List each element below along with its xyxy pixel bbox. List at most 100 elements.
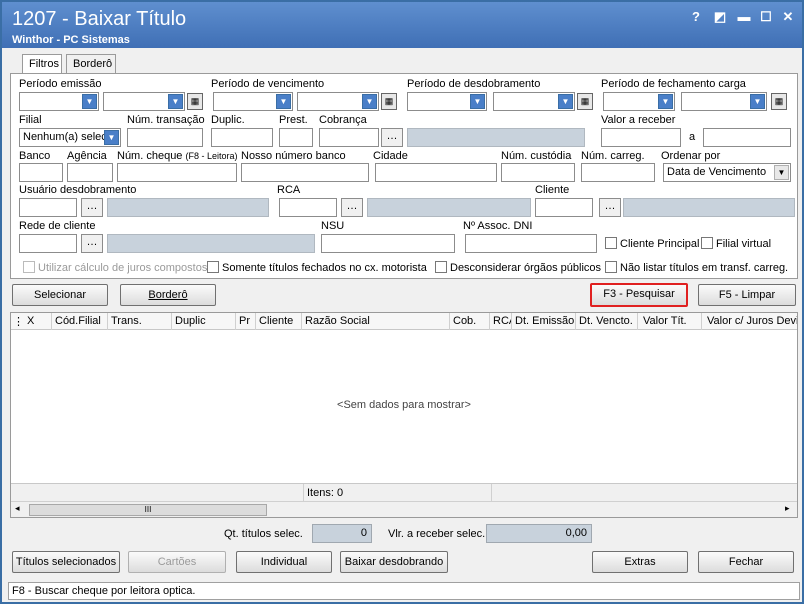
limpar-button[interactable]: F5 - Limpar: [698, 284, 796, 306]
valor-receber-from[interactable]: [601, 128, 681, 147]
bordero-button-label: Borderô: [148, 289, 188, 301]
agencia-input[interactable]: [67, 163, 113, 182]
col-header[interactable]: Razão Social: [305, 315, 370, 327]
chevron-down-icon[interactable]: ▼: [276, 94, 291, 109]
num-cheque-input[interactable]: [117, 163, 237, 182]
pesquisar-button[interactable]: F3 - Pesquisar: [590, 283, 688, 307]
nsu-input[interactable]: [321, 234, 455, 253]
rca-lookup-button[interactable]: …: [341, 198, 363, 217]
num-carreg-input[interactable]: [581, 163, 655, 182]
filial-virtual-text: Filial virtual: [716, 238, 772, 250]
scroll-left-icon[interactable]: ◂: [15, 503, 20, 514]
close-icon[interactable]: ✕: [780, 9, 796, 25]
tab-bordero[interactable]: Borderô: [66, 54, 116, 73]
desconsiderar-orgaos-checkbox[interactable]: Desconsiderar órgãos públicos: [435, 261, 601, 274]
nao-listar-checkbox[interactable]: Não listar títulos em transf. carreg.: [605, 261, 788, 274]
titulos-selecionados-button[interactable]: Títulos selecionados: [12, 551, 120, 573]
periodo-emissao-label: Período emissão: [19, 78, 102, 90]
chevron-down-icon[interactable]: ▼: [104, 130, 119, 145]
calendar-icon[interactable]: ▦: [577, 93, 593, 110]
prest-input[interactable]: [279, 128, 313, 147]
periodo-emissao-start[interactable]: ▼: [19, 92, 99, 111]
col-header[interactable]: Valor c/ Juros Devido: [707, 315, 797, 327]
periodo-desdobramento-end[interactable]: ▼: [493, 92, 575, 111]
num-transacao-input[interactable]: [127, 128, 203, 147]
filial-virtual-checkbox[interactable]: Filial virtual: [701, 237, 771, 250]
horizontal-scrollbar[interactable]: ◂ III ▸: [11, 501, 797, 517]
col-header[interactable]: Dt. Emissão: [515, 315, 574, 327]
maximize-icon[interactable]: ☐: [758, 9, 774, 25]
periodo-fechamento-start[interactable]: ▼: [603, 92, 675, 111]
periodo-desdobramento-start[interactable]: ▼: [407, 92, 487, 111]
cidade-input[interactable]: [375, 163, 497, 182]
calendar-icon[interactable]: ▦: [771, 93, 787, 110]
periodo-vencimento-start[interactable]: ▼: [213, 92, 293, 111]
periodo-fechamento-end[interactable]: ▼: [681, 92, 767, 111]
nosso-numero-label: Nosso número banco: [241, 150, 346, 162]
col-header[interactable]: Trans.: [111, 315, 142, 327]
fechar-button[interactable]: Fechar: [698, 551, 794, 573]
cliente-lookup-button[interactable]: …: [599, 198, 621, 217]
col-header[interactable]: RCA: [493, 315, 511, 327]
agencia-label: Agência: [67, 150, 107, 162]
cliente-principal-checkbox[interactable]: Cliente Principal: [605, 237, 699, 250]
help-icon[interactable]: ?: [688, 9, 704, 25]
chevron-down-icon[interactable]: ▼: [774, 165, 789, 180]
num-custodia-input[interactable]: [501, 163, 575, 182]
chevron-down-icon[interactable]: ▼: [168, 94, 183, 109]
num-carreg-label: Núm. carreg.: [581, 150, 645, 162]
somente-fechados-checkbox[interactable]: Somente títulos fechados no cx. motorist…: [207, 261, 427, 274]
calendar-icon[interactable]: ▦: [381, 93, 397, 110]
selecionar-button[interactable]: Selecionar: [12, 284, 108, 306]
filial-select[interactable]: Nenhum(a) selec ▼: [19, 128, 121, 147]
chevron-down-icon[interactable]: ▼: [82, 94, 97, 109]
rca-input[interactable]: [279, 198, 337, 217]
chevron-down-icon[interactable]: ▼: [750, 94, 765, 109]
col-header[interactable]: Duplic: [175, 315, 206, 327]
assoc-dni-input[interactable]: [465, 234, 597, 253]
banco-input[interactable]: [19, 163, 63, 182]
checkbox-box[interactable]: [435, 261, 447, 273]
col-header[interactable]: Cob.: [453, 315, 476, 327]
qt-titulos-label: Qt. títulos selec.: [224, 528, 303, 540]
minimize-icon[interactable]: ▬: [736, 9, 752, 25]
checkbox-box[interactable]: [605, 261, 617, 273]
desconsiderar-orgaos-text: Desconsiderar órgãos públicos: [450, 262, 602, 274]
grid-menu-icon[interactable]: ⋮: [13, 315, 24, 328]
col-header[interactable]: Valor Tít.: [643, 315, 687, 327]
checkbox-box[interactable]: [701, 237, 713, 249]
checkbox-box[interactable]: [207, 261, 219, 273]
bordero-button[interactable]: Borderô: [120, 284, 216, 306]
nosso-numero-input[interactable]: [241, 163, 369, 182]
chevron-down-icon[interactable]: ▼: [558, 94, 573, 109]
cobranca-lookup-button[interactable]: …: [381, 128, 403, 147]
duplic-input[interactable]: [211, 128, 273, 147]
cliente-input[interactable]: [535, 198, 593, 217]
chevron-down-icon[interactable]: ▼: [362, 94, 377, 109]
periodo-emissao-end[interactable]: ▼: [103, 92, 185, 111]
checkbox-box[interactable]: [605, 237, 617, 249]
col-header[interactable]: Cód.Filial: [55, 315, 101, 327]
col-header[interactable]: Pr: [239, 315, 250, 327]
periodo-vencimento-end[interactable]: ▼: [297, 92, 379, 111]
baixar-desdobrando-button[interactable]: Baixar desdobrando: [340, 551, 448, 573]
scroll-thumb[interactable]: III: [29, 504, 267, 516]
chevron-down-icon[interactable]: ▼: [470, 94, 485, 109]
extras-button[interactable]: Extras: [592, 551, 688, 573]
col-header[interactable]: Dt. Vencto.: [579, 315, 633, 327]
tab-filtros[interactable]: Filtros: [22, 54, 62, 74]
valor-receber-to[interactable]: [703, 128, 791, 147]
col-header[interactable]: X: [27, 315, 34, 327]
usuario-desdobramento-input[interactable]: [19, 198, 77, 217]
usuario-lookup-button[interactable]: …: [81, 198, 103, 217]
scroll-right-icon[interactable]: ▸: [785, 503, 790, 514]
chevron-down-icon[interactable]: ▼: [658, 94, 673, 109]
calendar-icon[interactable]: ▦: [187, 93, 203, 110]
rede-cliente-input[interactable]: [19, 234, 77, 253]
col-header[interactable]: Cliente: [259, 315, 293, 327]
individual-button[interactable]: Individual: [236, 551, 332, 573]
rede-lookup-button[interactable]: …: [81, 234, 103, 253]
restore-icon[interactable]: ◩: [712, 9, 728, 25]
ordenar-por-select[interactable]: Data de Vencimento ▼: [663, 163, 791, 182]
cobranca-input[interactable]: [319, 128, 379, 147]
